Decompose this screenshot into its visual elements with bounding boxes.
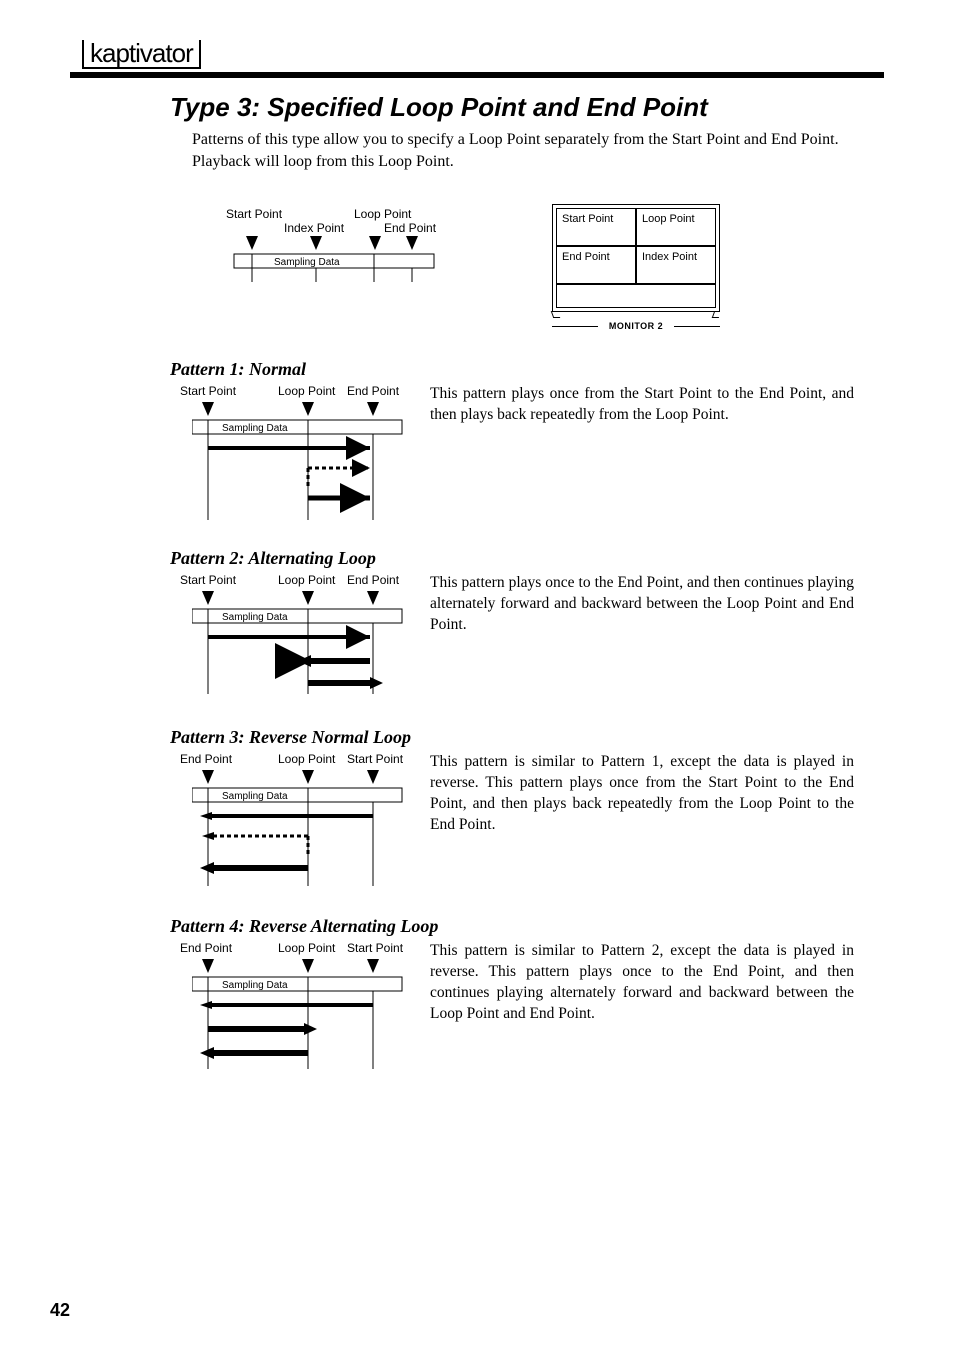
label-loop-point: Loop Point xyxy=(354,207,412,221)
svg-text:Sampling Data: Sampling Data xyxy=(222,423,288,434)
monitor-panel: Start Point Loop Point End Point Index P… xyxy=(552,204,720,331)
diagram-label: Start Point xyxy=(347,941,403,955)
svg-text:Sampling Data: Sampling Data xyxy=(222,791,288,802)
diagram-label: End Point xyxy=(180,941,232,955)
pattern-title: Pattern 4: Reverse Alternating Loop xyxy=(170,916,854,937)
diagram-label: End Point xyxy=(180,752,232,766)
page-number: 42 xyxy=(50,1300,70,1321)
header-divider xyxy=(70,72,884,78)
label-sampling-data: Sampling Data xyxy=(274,257,340,268)
pattern-description: This pattern is similar to Pattern 1, ex… xyxy=(430,752,854,836)
diagram-label: Start Point xyxy=(180,573,236,587)
label-index-point: Index Point xyxy=(284,221,345,235)
top-diagram: Start Point Loop Point Index Point End P… xyxy=(214,204,444,294)
diagram-label: Start Point xyxy=(180,384,236,398)
pattern-title: Pattern 1: Normal xyxy=(170,359,854,380)
monitor-cell: Loop Point xyxy=(636,208,716,246)
pattern-title: Pattern 3: Reverse Normal Loop xyxy=(170,727,854,748)
monitor-caption: MONITOR 2 xyxy=(552,321,720,331)
pattern-3-diagram: End Point Loop Point Start Point Samplin… xyxy=(192,752,412,888)
svg-text:Sampling Data: Sampling Data xyxy=(222,980,288,991)
diagram-label: Start Point xyxy=(347,752,403,766)
diagram-label: End Point xyxy=(347,573,399,587)
svg-text:Sampling Data: Sampling Data xyxy=(222,612,288,623)
pattern-2-diagram: Start Point Loop Point End Point Samplin… xyxy=(192,573,412,699)
brand-logo: kaptivator xyxy=(82,40,201,69)
pattern-4-diagram: End Point Loop Point Start Point Samplin… xyxy=(192,941,412,1072)
section-title: Type 3: Specified Loop Point and End Poi… xyxy=(170,92,854,123)
monitor-cell: End Point xyxy=(556,246,636,284)
pattern-title: Pattern 2: Alternating Loop xyxy=(170,548,854,569)
diagram-label: Loop Point xyxy=(278,752,335,766)
diagram-label: Loop Point xyxy=(278,384,335,398)
label-end-point: End Point xyxy=(384,221,437,235)
pattern-1-diagram: Start Point Loop Point End Point Samplin… xyxy=(192,384,412,520)
monitor-cell: Index Point xyxy=(636,246,716,284)
label-start-point: Start Point xyxy=(226,207,283,221)
diagram-label: Loop Point xyxy=(278,573,335,587)
section-intro: Patterns of this type allow you to speci… xyxy=(192,129,854,174)
pattern-description: This pattern plays once to the End Point… xyxy=(430,573,854,636)
diagram-label: End Point xyxy=(347,384,399,398)
pattern-description: This pattern plays once from the Start P… xyxy=(430,384,854,426)
pattern-description: This pattern is similar to Pattern 2, ex… xyxy=(430,941,854,1025)
diagram-label: Loop Point xyxy=(278,941,335,955)
monitor-cell-empty xyxy=(556,284,716,308)
monitor-cell: Start Point xyxy=(556,208,636,246)
